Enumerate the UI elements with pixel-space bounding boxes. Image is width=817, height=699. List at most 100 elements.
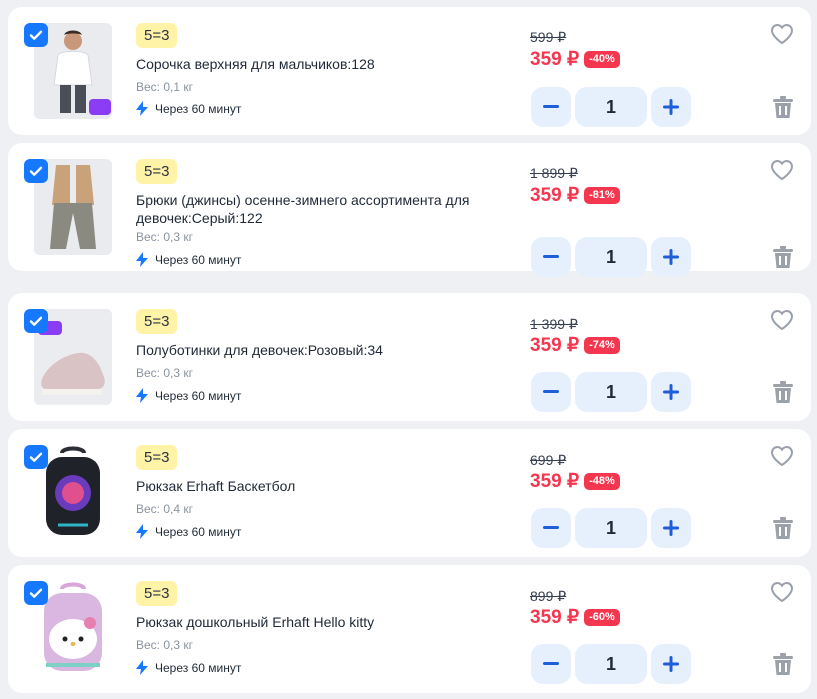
trash-icon — [773, 246, 793, 268]
trash-icon — [773, 96, 793, 118]
minus-icon — [543, 105, 559, 108]
old-price: 699 ₽ — [530, 452, 567, 468]
delivery-info: Через 60 минут — [136, 101, 241, 116]
old-price: 899 ₽ — [530, 588, 567, 604]
promo-badge: 5=3 — [136, 445, 178, 470]
price-value: 359 ₽ — [530, 49, 580, 70]
quantity-value[interactable]: 1 — [575, 237, 647, 277]
price-value: 359 ₽ — [530, 335, 580, 356]
product-title[interactable]: Рюкзак Erhaft Баскетбол — [136, 477, 486, 495]
favorite-button[interactable] — [770, 445, 794, 467]
product-weight: Вес: 0,4 кг — [136, 502, 193, 516]
current-price: 359 ₽ -60% — [530, 606, 620, 629]
current-price: 359 ₽ -81% — [530, 184, 620, 207]
product-title[interactable]: Сорочка верхняя для мальчиков:128 — [136, 55, 486, 73]
delete-button[interactable] — [772, 652, 794, 676]
trash-icon — [773, 381, 793, 403]
checkmark-icon — [29, 452, 43, 462]
product-title[interactable]: Рюкзак дошкольный Erhaft Hello kitty — [136, 613, 486, 631]
item-checkbox[interactable] — [24, 309, 48, 333]
old-price: 599 ₽ — [530, 29, 567, 45]
old-price: 1 399 ₽ — [530, 316, 578, 332]
promo-badge: 5=3 — [136, 23, 178, 48]
delivery-text: Через 60 минут — [155, 101, 242, 116]
increase-quantity-button[interactable] — [651, 372, 691, 412]
price-value: 359 ₽ — [530, 471, 580, 492]
minus-icon — [543, 390, 559, 393]
plus-icon — [663, 384, 679, 400]
promo-badge: 5=3 — [136, 581, 178, 606]
item-checkbox[interactable] — [24, 581, 48, 605]
delivery-text: Через 60 минут — [155, 388, 242, 403]
product-weight: Вес: 0,1 кг — [136, 80, 193, 94]
delete-button[interactable] — [772, 516, 794, 540]
lightning-icon — [136, 101, 148, 116]
discount-badge: -60% — [584, 609, 620, 626]
minus-icon — [543, 526, 559, 529]
promo-badge: 5=3 — [136, 309, 178, 334]
delivery-text: Через 60 минут — [155, 252, 242, 267]
delivery-info: Через 60 минут — [136, 252, 241, 267]
plus-icon — [663, 656, 679, 672]
quantity-value[interactable]: 1 — [575, 508, 647, 548]
delivery-info: Через 60 минут — [136, 660, 241, 675]
old-price: 1 899 ₽ — [530, 165, 578, 181]
decrease-quantity-button[interactable] — [531, 508, 571, 548]
plus-icon — [663, 520, 679, 536]
current-price: 359 ₽ -48% — [530, 470, 620, 493]
lightning-icon — [136, 524, 148, 539]
trash-icon — [773, 517, 793, 539]
increase-quantity-button[interactable] — [651, 508, 691, 548]
cart-item: 5=3 Рюкзак дошкольный Erhaft Hello kitty… — [8, 565, 811, 693]
minus-icon — [543, 662, 559, 665]
delivery-info: Через 60 минут — [136, 524, 241, 539]
item-checkbox[interactable] — [24, 23, 48, 47]
product-title[interactable]: Брюки (джинсы) осенне-зимнего ассортимен… — [136, 191, 486, 227]
decrease-quantity-button[interactable] — [531, 644, 571, 684]
decrease-quantity-button[interactable] — [531, 237, 571, 277]
cart-item: 5=3 Рюкзак Erhaft Баскетбол Вес: 0,4 кг … — [8, 429, 811, 557]
product-weight: Вес: 0,3 кг — [136, 638, 193, 652]
favorite-button[interactable] — [770, 23, 794, 45]
heart-icon — [770, 309, 794, 331]
favorite-button[interactable] — [770, 581, 794, 603]
delete-button[interactable] — [772, 95, 794, 119]
delivery-info: Через 60 минут — [136, 388, 241, 403]
heart-icon — [770, 445, 794, 467]
product-weight: Вес: 0,3 кг — [136, 366, 193, 380]
item-checkbox[interactable] — [24, 445, 48, 469]
checkmark-icon — [29, 588, 43, 598]
delivery-text: Через 60 минут — [155, 660, 242, 675]
lightning-icon — [136, 388, 148, 403]
discount-badge: -74% — [584, 337, 620, 354]
price-value: 359 ₽ — [530, 607, 580, 628]
item-checkbox[interactable] — [24, 159, 48, 183]
quantity-value[interactable]: 1 — [575, 87, 647, 127]
product-title[interactable]: Полуботинки для девочек:Розовый:34 — [136, 341, 486, 359]
quantity-value[interactable]: 1 — [575, 372, 647, 412]
price-value: 359 ₽ — [530, 185, 580, 206]
current-price: 359 ₽ -74% — [530, 334, 620, 357]
favorite-button[interactable] — [770, 159, 794, 181]
product-weight: Вес: 0,3 кг — [136, 230, 193, 244]
increase-quantity-button[interactable] — [651, 237, 691, 277]
checkmark-icon — [29, 316, 43, 326]
increase-quantity-button[interactable] — [651, 644, 691, 684]
favorite-button[interactable] — [770, 309, 794, 331]
checkmark-icon — [29, 30, 43, 40]
quantity-value[interactable]: 1 — [575, 644, 647, 684]
heart-icon — [770, 159, 794, 181]
decrease-quantity-button[interactable] — [531, 372, 571, 412]
minus-icon — [543, 255, 559, 258]
delivery-text: Через 60 минут — [155, 524, 242, 539]
discount-badge: -81% — [584, 187, 620, 204]
delete-button[interactable] — [772, 380, 794, 404]
lightning-icon — [136, 252, 148, 267]
cart-item: 5=3 Полуботинки для девочек:Розовый:34 В… — [8, 293, 811, 421]
discount-badge: -40% — [584, 51, 620, 68]
decrease-quantity-button[interactable] — [531, 87, 571, 127]
plus-icon — [663, 249, 679, 265]
plus-icon — [663, 99, 679, 115]
increase-quantity-button[interactable] — [651, 87, 691, 127]
delete-button[interactable] — [772, 245, 794, 269]
